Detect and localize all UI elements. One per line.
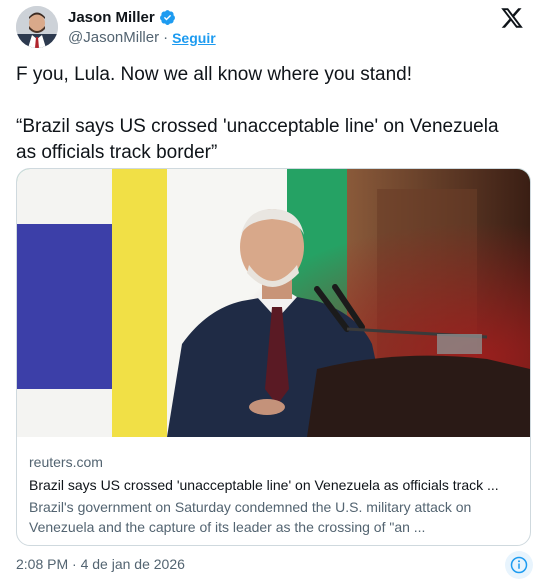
tweet-header: Jason Miller @JasonMiller · Seguir [16, 6, 526, 50]
card-domain: reuters.com [29, 454, 103, 470]
verified-badge-icon [159, 9, 176, 26]
card-meta: reuters.com Brazil says US crossed 'unac… [29, 453, 519, 537]
card-title[interactable]: Brazil says US crossed 'unacceptable lin… [29, 475, 519, 495]
tweet-embed: Jason Miller @JasonMiller · Seguir F you… [0, 0, 539, 579]
handle-row: @JasonMiller · Seguir [68, 29, 216, 46]
card-description: Brazil's government on Saturday condemne… [29, 499, 472, 535]
handle[interactable]: @JasonMiller [68, 29, 159, 46]
info-icon[interactable] [505, 551, 533, 579]
name-row: Jason Miller [68, 7, 176, 27]
x-logo-icon[interactable] [500, 6, 526, 32]
tweet-timestamp[interactable]: 2:08 PM · 4 de jan de 2026 [16, 556, 185, 572]
tweet-text-line-1: F you, Lula. Now we all know where you s… [16, 64, 413, 85]
tweet-text-quote: “Brazil says US crossed 'unacceptable li… [16, 116, 499, 163]
avatar[interactable] [16, 6, 58, 48]
display-name[interactable]: Jason Miller [68, 9, 155, 26]
follow-button[interactable]: Seguir [172, 30, 216, 46]
tweet-text: F you, Lula. Now we all know where you s… [16, 62, 521, 166]
separator: · [163, 29, 169, 46]
link-preview-card[interactable]: reuters.com Brazil says US crossed 'unac… [16, 168, 531, 546]
card-image[interactable] [17, 169, 530, 437]
